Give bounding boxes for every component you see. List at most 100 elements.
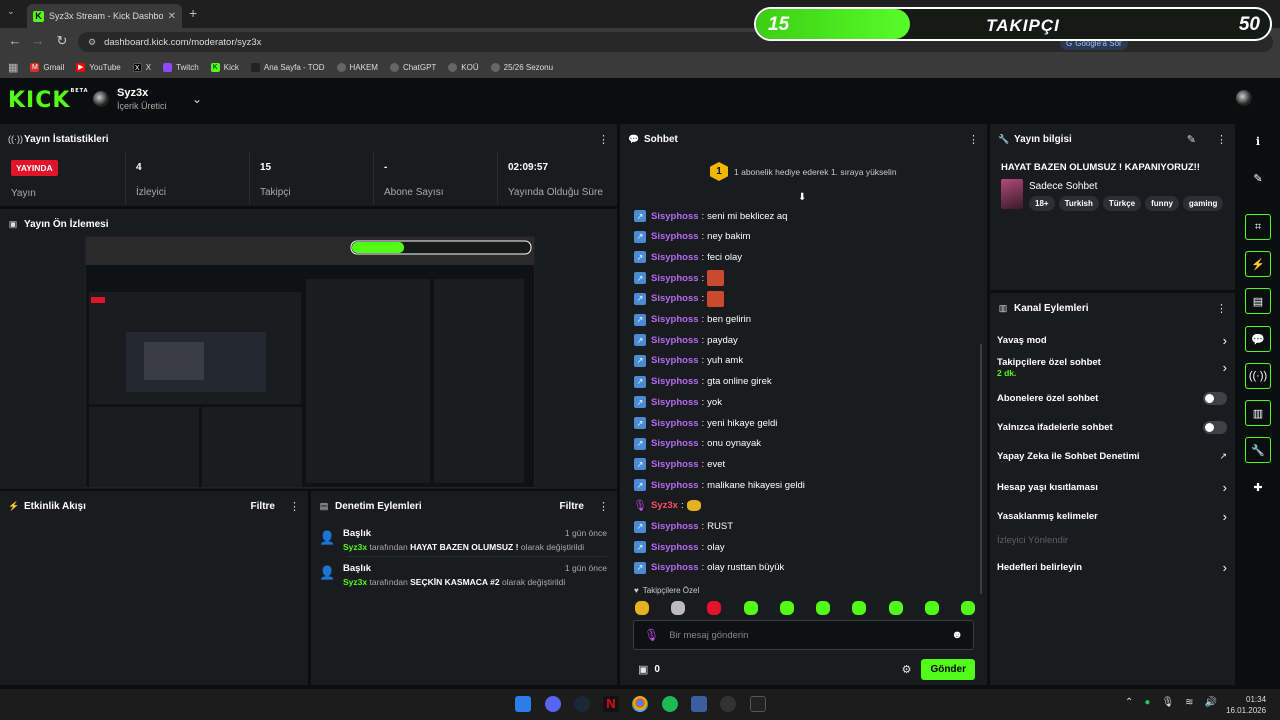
tag[interactable]: Türkçe [1102, 196, 1142, 211]
chat-message[interactable]: ↗ Sisyphoss: olay rusttan büyük [634, 560, 784, 576]
emote-button[interactable] [852, 601, 867, 615]
chat-message[interactable]: ↗ Sisyphoss: yeni hikaye geldi [634, 415, 777, 431]
chat-username[interactable]: Sisyphoss [651, 376, 699, 387]
chevron-down-icon[interactable]: ⌄ [192, 92, 202, 106]
chat-message[interactable]: ↗ Sisyphoss: feci olay [634, 249, 742, 265]
action-slow-mode[interactable]: Yavaş mod › [997, 333, 1227, 348]
bookmark-kou[interactable]: KOÜ [448, 62, 479, 72]
chrome-icon[interactable] [632, 696, 648, 712]
filter-button[interactable]: Filtre [560, 501, 584, 512]
site-info-icon[interactable]: ⚙ [88, 37, 96, 48]
chat-message[interactable]: ↗ Sisyphoss: yuh amk [634, 353, 743, 369]
chat-username[interactable]: Sisyphoss [651, 211, 699, 222]
epic-games-icon[interactable] [750, 696, 766, 712]
more-options-icon[interactable]: ⋮ [598, 133, 609, 146]
netflix-icon[interactable]: N [603, 696, 619, 712]
chat-username[interactable]: Sisyphoss [651, 293, 699, 304]
tag[interactable]: funny [1145, 196, 1179, 211]
chat-username[interactable]: Sisyphoss [651, 252, 699, 263]
bookmark-x[interactable]: XX [132, 62, 151, 72]
emote-button[interactable] [888, 601, 903, 615]
bookmark-sezon[interactable]: 25/26 Sezonu [490, 62, 553, 72]
layout-icon[interactable]: ▥ [1245, 400, 1271, 426]
broadcast-icon[interactable]: ((·)) [1245, 363, 1271, 389]
chat-message[interactable]: ↗ Sisyphoss: payday [634, 332, 738, 348]
tab-search-icon[interactable]: ⌄ [7, 6, 15, 17]
subscriber-only-toggle[interactable] [1203, 392, 1227, 405]
chat-username[interactable]: Sisyphoss [651, 521, 699, 532]
bookmark-youtube[interactable]: ▶ YouTube [76, 62, 121, 72]
tag[interactable]: gaming [1182, 196, 1224, 211]
chat-message[interactable]: ↗ Sisyphoss: RUST [634, 519, 733, 535]
chat-message[interactable]: ↗ Sisyphoss: [634, 290, 725, 307]
filter-button[interactable]: Filtre [251, 501, 275, 512]
chat-username[interactable]: Sisyphoss [651, 314, 699, 325]
chat-message[interactable]: ↗ Sisyphoss: onu oynayak [634, 436, 761, 452]
emote-button[interactable] [816, 601, 831, 615]
chat-scrollbar[interactable] [980, 344, 982, 594]
chat-message[interactable]: 🎙 Syz3x: [633, 498, 701, 514]
chat-username[interactable]: Sisyphoss [651, 418, 699, 429]
chat-icon[interactable]: 💬 [1245, 326, 1271, 352]
send-button[interactable]: Gönder [921, 659, 975, 680]
info-icon[interactable]: ℹ [1245, 128, 1271, 154]
discord-icon[interactable] [545, 696, 561, 712]
more-options-icon[interactable]: ⋮ [968, 133, 979, 146]
wifi-icon[interactable]: ≋ [1185, 697, 1193, 708]
chat-message[interactable]: ↗ Sisyphoss: [634, 270, 725, 287]
bookmark-chatgpt[interactable]: ChatGPT [389, 62, 436, 72]
more-options-icon[interactable]: ⋮ [1216, 133, 1227, 146]
emote-button[interactable] [707, 601, 722, 615]
obs-icon[interactable] [720, 696, 736, 712]
action-account-age[interactable]: Hesap yaşı kısıtlaması › [997, 480, 1227, 495]
close-tab-icon[interactable]: ✕ [168, 11, 176, 22]
bookmark-hakem[interactable]: HAKEM [336, 62, 378, 72]
points-icon[interactable]: ▣ [638, 663, 648, 676]
stream-preview-video[interactable] [85, 236, 535, 488]
chat-username[interactable]: Sisyphoss [651, 562, 699, 573]
chat-username[interactable]: Sisyphoss [651, 459, 699, 470]
lightning-icon[interactable]: ⚡ [1245, 251, 1271, 277]
clip-icon[interactable]: ⌗ [1245, 214, 1271, 240]
user-avatar[interactable] [1236, 90, 1252, 106]
chat-username[interactable]: Sisyphoss [651, 542, 699, 553]
kick-logo[interactable]: KICKBETA [8, 88, 89, 113]
emote-only-toggle[interactable] [1203, 421, 1227, 434]
chat-username[interactable]: Sisyphoss [651, 231, 699, 242]
chat-message[interactable]: ↗ Sisyphoss: gta online girek [634, 374, 772, 390]
tag[interactable]: 18+ [1029, 196, 1055, 211]
back-icon[interactable]: ← [6, 33, 24, 48]
emoji-picker-icon[interactable]: ☻ [951, 629, 963, 641]
more-options-icon[interactable]: ⋮ [1216, 302, 1227, 315]
emote-button[interactable] [779, 601, 794, 615]
reload-icon[interactable]: ↻ [53, 33, 71, 49]
chat-message[interactable]: ↗ Sisyphoss: ben gelirin [634, 312, 751, 328]
channel-switcher[interactable]: Syz3x İçerik Üretici [93, 87, 167, 111]
spotify-icon[interactable] [662, 696, 678, 712]
chat-username[interactable]: Sisyphoss [651, 355, 699, 366]
windows-start-icon[interactable] [515, 696, 531, 712]
gift-sub-promo[interactable]: 1 1 abonelik hediye ederek 1. sıraya yük… [710, 162, 897, 181]
more-options-icon[interactable]: ⋮ [289, 500, 300, 513]
new-tab-icon[interactable]: + [189, 5, 197, 21]
chat-username[interactable]: Sisyphoss [651, 397, 699, 408]
app-icon[interactable] [691, 696, 707, 712]
bookmark-kick[interactable]: K Kick [210, 62, 239, 72]
forward-icon[interactable]: → [29, 33, 47, 48]
volume-icon[interactable]: 🔊 [1205, 697, 1217, 708]
chat-username[interactable]: Sisyphoss [651, 273, 699, 284]
emote-button[interactable] [743, 601, 758, 615]
emote-button[interactable] [924, 601, 939, 615]
edit-icon[interactable]: ✎ [1187, 133, 1196, 146]
edit-icon[interactable]: ✎ [1245, 165, 1271, 191]
emote-button[interactable] [635, 601, 649, 615]
steam-icon[interactable] [574, 696, 590, 712]
status-dot-icon[interactable]: ● [1144, 697, 1150, 708]
action-ai-moderation[interactable]: Yapay Zeka ile Sohbet Denetimi ↗ [997, 451, 1227, 462]
plugins-icon[interactable]: ✚ [1245, 474, 1271, 500]
chevron-up-icon[interactable]: ⌃ [1125, 697, 1133, 708]
microphone-icon[interactable]: 🎙 [1161, 697, 1174, 708]
bookmark-tod[interactable]: Ana Sayfa - TOD [250, 62, 325, 72]
system-clock[interactable]: 01:34 16.01.2026 [1226, 694, 1266, 716]
tag[interactable]: Turkish [1058, 196, 1099, 211]
